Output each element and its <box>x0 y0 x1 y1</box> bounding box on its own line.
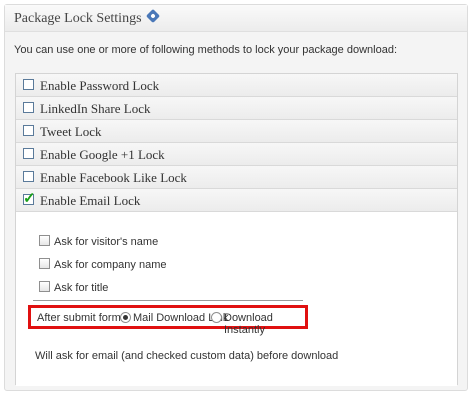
ask-visitor-name-option[interactable]: Ask for visitor's name <box>39 235 158 248</box>
facebook-lock-checkbox[interactable] <box>23 171 34 182</box>
method-facebook-lock[interactable]: Enable Facebook Like Lock <box>16 166 457 189</box>
method-label: Enable Password Lock <box>40 78 160 93</box>
download-instantly-label[interactable]: Download Instantly <box>224 312 305 336</box>
method-label: Enable Google +1 Lock <box>40 147 165 162</box>
ask-visitor-name-checkbox[interactable] <box>39 235 50 246</box>
panel-title-text: Package Lock Settings <box>14 11 142 26</box>
password-lock-checkbox[interactable] <box>23 79 34 90</box>
after-submit-highlight: After submit form: Mail Download Link Do… <box>28 305 308 336</box>
help-icon[interactable] <box>145 8 160 24</box>
method-tweet-lock[interactable]: Tweet Lock <box>16 120 457 143</box>
option-label: Ask for title <box>54 282 109 294</box>
method-linkedin-lock[interactable]: LinkedIn Share Lock <box>16 97 457 120</box>
method-password-lock[interactable]: Enable Password Lock <box>16 74 457 97</box>
package-lock-panel: Package Lock Settings You can use one or… <box>4 4 468 391</box>
method-label: Enable Email Lock <box>40 193 141 208</box>
panel-title: Package Lock Settings <box>14 8 160 27</box>
ask-company-name-checkbox[interactable] <box>39 258 50 269</box>
email-lock-note: Will ask for email (and checked custom d… <box>35 350 339 362</box>
google-lock-checkbox[interactable] <box>23 148 34 159</box>
lock-methods-list: Enable Password Lock LinkedIn Share Lock… <box>15 73 458 386</box>
linkedin-lock-checkbox[interactable] <box>23 102 34 113</box>
panel-header: Package Lock Settings <box>5 5 467 32</box>
option-label: Ask for visitor's name <box>54 236 159 248</box>
option-label: Ask for company name <box>54 259 167 271</box>
checkmark-icon: ✓ <box>23 190 36 207</box>
mail-download-link-radio[interactable] <box>120 312 131 323</box>
email-lock-options: Ask for visitor's name Ask for company n… <box>16 212 457 386</box>
method-label: Enable Facebook Like Lock <box>40 170 187 185</box>
after-submit-label: After submit form: <box>37 312 124 324</box>
tweet-lock-checkbox[interactable] <box>23 125 34 136</box>
divider <box>33 300 303 301</box>
download-instantly-radio[interactable] <box>211 312 222 323</box>
ask-company-name-option[interactable]: Ask for company name <box>39 258 167 271</box>
method-label: Tweet Lock <box>40 124 102 139</box>
ask-title-option[interactable]: Ask for title <box>39 281 108 294</box>
intro-text: You can use one or more of following met… <box>14 44 397 56</box>
method-label: LinkedIn Share Lock <box>40 101 151 116</box>
ask-title-checkbox[interactable] <box>39 281 50 292</box>
method-google-lock[interactable]: Enable Google +1 Lock <box>16 143 457 166</box>
email-lock-checkbox[interactable]: ✓ <box>23 190 36 207</box>
method-email-lock[interactable]: ✓ Enable Email Lock <box>16 189 457 212</box>
